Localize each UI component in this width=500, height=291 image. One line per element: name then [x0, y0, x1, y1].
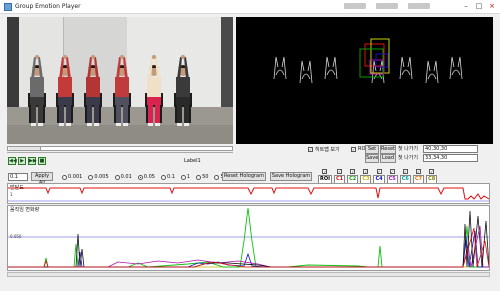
video-panel	[7, 17, 233, 144]
channel-checkbox[interactable]: ✓	[415, 169, 421, 174]
channel-c8[interactable]: ✓ C8	[426, 169, 438, 184]
plot-scrollbar[interactable]	[7, 272, 490, 277]
roi-checkbox[interactable]: ✓	[351, 146, 356, 152]
threshold-radio[interactable]: 0.1	[160, 174, 175, 180]
channel-c4[interactable]: ✓ C4	[373, 169, 385, 184]
radio-label: 0.05	[143, 174, 155, 180]
threshold-radio[interactable]: 0.01	[114, 174, 132, 180]
hologram-panel	[236, 17, 493, 144]
stop-button[interactable]: ■	[38, 157, 46, 165]
hologram-view	[236, 17, 493, 144]
channel-c5[interactable]: ✓ C5	[386, 169, 398, 184]
radio-dot[interactable]	[88, 174, 94, 180]
save-button[interactable]: Save	[365, 154, 379, 163]
window-controls: – □ ×	[460, 1, 498, 11]
plot2-graph	[8, 207, 489, 268]
plot1-graph	[8, 187, 489, 202]
seek-slider-thumb[interactable]	[9, 147, 41, 150]
channel-c2[interactable]: ✓ C2	[347, 169, 359, 184]
set-button[interactable]: Set	[365, 145, 379, 154]
apply-all-button[interactable]: Apply All	[31, 172, 53, 186]
radio-label: 0.001	[68, 174, 83, 180]
channel-selector: ✓ ROI ✓ C1 ✓ C2 ✓ C3 ✓ C4 ✓ C5 ✓ C6 ✓ C7 ✓ C8	[318, 169, 438, 184]
window-title: Group Emotion Player	[15, 3, 81, 10]
field1-label: 첫 나가기	[398, 146, 418, 152]
channel-c7[interactable]: ✓ C7	[412, 169, 425, 184]
title-bar-blurred-item	[344, 3, 366, 9]
title-bar-blurred-item	[376, 3, 398, 9]
play-button[interactable]: ▶	[18, 157, 26, 165]
threshold-radio[interactable]: 0.001	[62, 174, 82, 180]
minimize-icon[interactable]: –	[460, 1, 472, 11]
radio-label: 0.1	[166, 174, 175, 180]
field1-input[interactable]: 40,30,30	[423, 145, 478, 153]
field2-label: 첫 나가기	[398, 155, 418, 161]
channel-checkbox[interactable]: ✓	[350, 169, 356, 174]
step-button[interactable]: ▶▶	[28, 157, 37, 165]
channel-checkbox[interactable]: ✓	[389, 169, 395, 174]
app-icon	[4, 3, 12, 11]
movement-change-plot: 움직임 변화량 0.050	[7, 205, 490, 271]
status-label: Label1	[184, 158, 201, 164]
rewind-button[interactable]: ◀◀	[8, 157, 17, 165]
video-frame	[7, 17, 233, 144]
threshold-radio-group: 0.0010.0050.010.050.1150500	[62, 174, 230, 180]
show-hologram-checkbox[interactable]: ✓	[308, 147, 313, 152]
channel-c6[interactable]: ✓ C6	[399, 169, 411, 184]
reset-hologram-button[interactable]: Reset Hologram	[222, 172, 266, 181]
radio-label: 0.005	[94, 174, 109, 180]
radio-label: 1	[186, 174, 191, 180]
channel-checkbox[interactable]: ✓	[363, 169, 369, 174]
emotion-level-plot: 발달도 1	[7, 183, 490, 204]
radio-dot[interactable]	[214, 174, 220, 180]
seek-slider[interactable]	[7, 146, 233, 151]
channel-roi[interactable]: ✓ ROI	[318, 169, 332, 184]
radio-dot[interactable]	[137, 174, 143, 180]
radio-label: 50	[202, 174, 209, 180]
channel-checkbox[interactable]: ✓	[402, 169, 408, 174]
threshold-radio[interactable]: 50	[196, 174, 208, 180]
transport-controls: ◀◀ ▶ ▶▶ ■	[8, 157, 46, 165]
channel-c1[interactable]: ✓ C1	[333, 169, 346, 184]
channel-checkbox[interactable]: ✓	[322, 169, 328, 174]
threshold-radio[interactable]: 0.05	[137, 174, 155, 180]
channel-c3[interactable]: ✓ C3	[360, 169, 372, 184]
field2-input[interactable]: 33,34,30	[423, 154, 478, 162]
close-icon[interactable]: ×	[486, 1, 498, 11]
radio-label: 0.01	[120, 174, 132, 180]
threshold-radio[interactable]: 0.005	[88, 174, 109, 180]
channel-checkbox[interactable]: ✓	[429, 169, 435, 174]
radio-dot[interactable]	[160, 174, 166, 180]
show-hologram-checkbox-row[interactable]: ✓ 히트맵 보기	[308, 146, 340, 153]
load-button[interactable]: Load	[380, 154, 396, 163]
channel-checkbox[interactable]: ✓	[337, 169, 343, 174]
show-hologram-label: 히트맵 보기	[315, 147, 340, 153]
maximize-icon[interactable]: □	[473, 1, 485, 11]
timeline-track	[7, 152, 233, 155]
save-hologram-button[interactable]: Save Hologram	[270, 172, 312, 181]
channel-checkbox[interactable]: ✓	[376, 169, 382, 174]
radio-dot[interactable]	[62, 174, 67, 180]
reset-button[interactable]: Reset	[380, 145, 396, 154]
title-bar: Group Emotion Player – □ ×	[0, 0, 500, 14]
threshold-input[interactable]: 0.1	[8, 173, 28, 181]
threshold-radio[interactable]: 1	[180, 174, 191, 180]
radio-dot[interactable]	[180, 174, 186, 180]
radio-dot[interactable]	[114, 174, 120, 180]
radio-dot[interactable]	[196, 174, 202, 180]
title-bar-blurred-item	[408, 3, 430, 9]
